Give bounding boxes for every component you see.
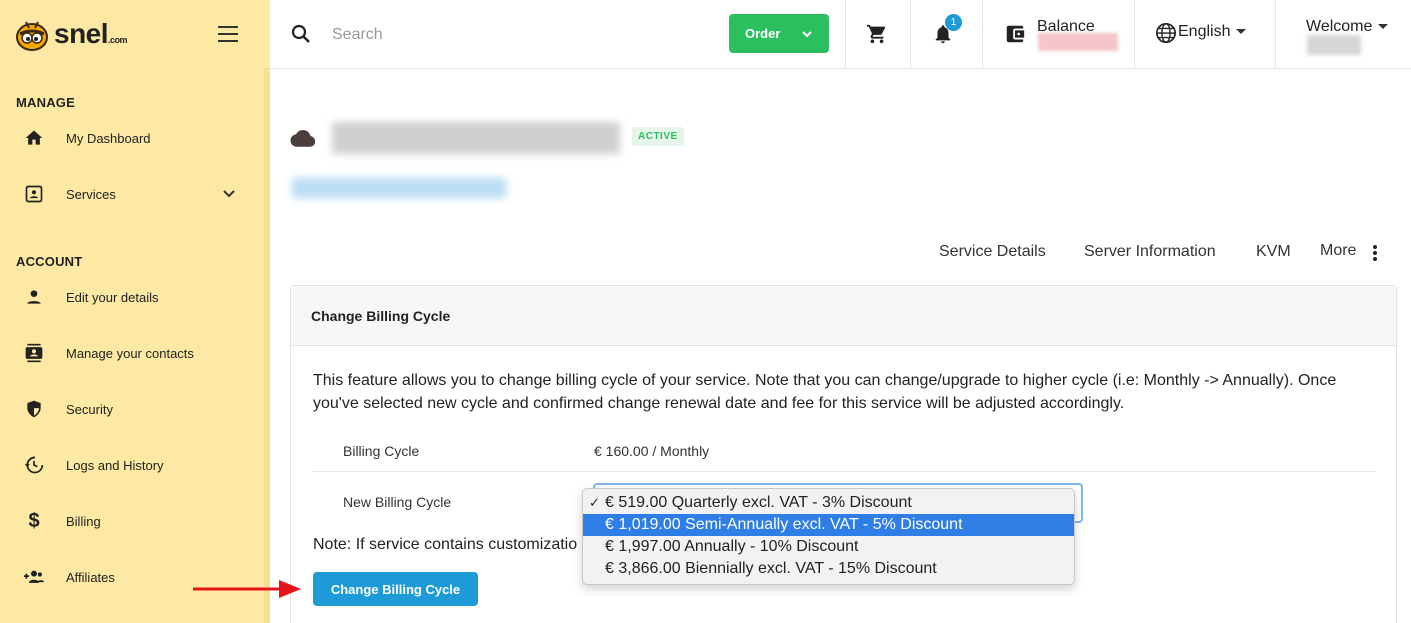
card-title: Change Billing Cycle [291,286,1396,346]
sidebar-item-label: Affiliates [66,569,115,585]
notification-badge: 1 [945,14,962,31]
divider [982,0,983,68]
search-icon[interactable] [291,24,311,44]
billing-cycle-label: Billing Cycle [343,443,420,459]
balance-value-redacted [1038,33,1118,51]
topbar: Order 1 Balance English Welcome [270,0,1411,69]
annotation-arrow-icon [193,580,301,598]
sidebar-item-security[interactable]: Security [0,389,264,429]
feature-description: This feature allows you to change billin… [313,372,1337,412]
sidebar-item-label: Security [66,401,113,417]
user-menu[interactable]: Welcome [1306,18,1389,36]
tab-server-information[interactable]: Server Information [1084,243,1216,261]
billing-cycle-dropdown-list[interactable]: ✓ € 519.00 Quarterly excl. VAT - 3% Disco… [582,488,1075,585]
dropdown-option-semi-annually[interactable]: € 1,019.00 Semi-Annually excl. VAT - 5% … [583,514,1074,536]
sidebar-item-logs[interactable]: Logs and History [0,445,264,485]
sidebar-item-services[interactable]: Services [0,174,264,214]
sidebar-item-label: Logs and History [66,457,164,473]
sidebar-item-label: Edit your details [66,289,159,305]
order-button-label: Order [745,26,781,41]
language-selector[interactable]: English [1178,23,1247,41]
sidebar-item-label: My Dashboard [66,130,151,146]
globe-icon [1156,23,1176,43]
sidebar: snel.com MANAGE My Dashboard Services AC… [0,0,270,623]
checkmark-icon: ✓ [589,495,600,510]
bee-logo-icon [16,21,48,51]
change-billing-cycle-button[interactable]: Change Billing Cycle [313,572,478,606]
row-divider [313,471,1375,472]
home-icon [23,127,45,149]
option-label: € 519.00 Quarterly excl. VAT - 3% Discou… [605,494,912,511]
group-add-icon [23,566,45,588]
caret-down-icon [1378,24,1389,30]
option-label: € 3,866.00 Biennially excl. VAT - 15% Di… [605,560,937,577]
order-button[interactable]: Order [729,14,829,53]
menu-toggle-icon[interactable] [218,26,238,42]
cloud-icon [290,130,316,147]
shield-icon [23,398,45,420]
sidebar-item-label: Billing [66,513,101,529]
wallet-icon [1006,25,1025,43]
button-label: Change Billing Cycle [330,581,461,597]
divider [1134,0,1135,68]
tab-more[interactable]: More [1320,242,1356,260]
dollar-icon: $ [28,509,40,532]
chevron-down-icon [802,31,812,38]
divider [1275,0,1276,68]
chevron-down-icon[interactable] [222,187,236,201]
more-vertical-icon[interactable] [1372,244,1378,262]
billing-cycle-value: € 160.00 / Monthly [594,443,710,459]
sidebar-item-edit-details[interactable]: Edit your details [0,277,264,317]
customization-note: Note: If service contains customizatio [313,536,578,553]
divider [845,0,846,68]
new-billing-cycle-label: New Billing Cycle [343,494,452,510]
history-icon [23,454,45,476]
logo[interactable]: snel.com [12,12,128,56]
cart-icon[interactable] [866,23,888,45]
dropdown-option-quarterly[interactable]: ✓ € 519.00 Quarterly excl. VAT - 3% Disco… [583,492,1074,514]
sidebar-item-label: Services [66,186,116,202]
username-redacted [1307,35,1361,55]
status-badge: ACTIVE [632,127,684,146]
service-name-redacted [332,122,620,154]
sidebar-scrollbar[interactable] [264,68,270,623]
welcome-label: Welcome [1306,18,1373,35]
language-label: English [1178,23,1231,40]
sidebar-item-dashboard[interactable]: My Dashboard [0,118,264,158]
tab-service-details[interactable]: Service Details [939,243,1046,261]
search-input[interactable] [332,22,712,48]
service-domain-link-redacted[interactable] [292,178,506,198]
option-label: € 1,019.00 Semi-Annually excl. VAT - 5% … [605,516,963,533]
divider [910,0,911,68]
section-label-account: ACCOUNT [16,254,83,269]
brand-name: snel.com [54,18,128,49]
sidebar-item-label: Manage your contacts [66,345,194,361]
caret-down-icon [1236,29,1247,35]
dropdown-option-annually[interactable]: € 1,997.00 Annually - 10% Discount [583,536,1074,558]
section-label-manage: MANAGE [16,95,75,110]
sidebar-item-contacts[interactable]: Manage your contacts [0,333,264,373]
dropdown-option-biennially[interactable]: € 3,866.00 Biennially excl. VAT - 15% Di… [583,558,1074,580]
contacts-icon [23,342,45,364]
id-card-icon [23,183,45,205]
option-label: € 1,997.00 Annually - 10% Discount [605,538,859,555]
sidebar-item-billing[interactable]: $ Billing [0,501,264,541]
person-icon [23,286,45,308]
tab-kvm[interactable]: KVM [1256,243,1291,261]
